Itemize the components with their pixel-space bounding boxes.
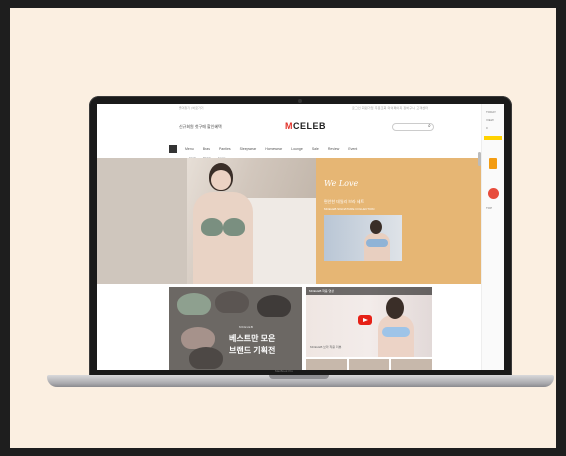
mockup-card: 즐겨찾기 | 바로가기 로그인 회원가입 주문조회 마이페이지 장바구니 고객센… xyxy=(10,8,556,448)
main-nav: Menu Bras Panties Sleepwear Homewear Lou… xyxy=(169,144,449,154)
logo-accent: M xyxy=(285,121,293,131)
thumb-model-hair xyxy=(370,220,382,234)
home-icon[interactable] xyxy=(169,145,177,153)
video-bra xyxy=(382,327,410,337)
side-rail: TODAY VIEW 0 TOP xyxy=(481,104,504,370)
nav-item[interactable]: Event xyxy=(348,147,357,151)
hero-subtitle: 편안한 데일리 브라 세트 xyxy=(324,199,365,204)
promo-banner[interactable]: MCELEB 베스트만 모은 브랜드 기획전 xyxy=(169,287,302,370)
hero-caption: MCELEB SIGNATURE COLLECTION xyxy=(324,207,375,211)
video-model-hair xyxy=(386,297,404,319)
rail-item[interactable]: VIEW xyxy=(486,118,494,122)
video-thumbnails xyxy=(306,359,433,370)
util-left-links[interactable]: 즐겨찾기 | 바로가기 xyxy=(179,106,204,110)
video-thumbnail[interactable] xyxy=(391,359,433,370)
utility-bar: 즐겨찾기 | 바로가기 로그인 회원가입 주문조회 마이페이지 장바구니 고객센… xyxy=(97,104,504,112)
bra-product-shape xyxy=(181,327,215,349)
nav-item[interactable]: Sleepwear xyxy=(240,147,257,151)
video-caption: MCELEB 브라 착용 리뷰 xyxy=(310,345,342,349)
site-logo[interactable]: MCELEB xyxy=(285,121,326,131)
rail-item[interactable]: 0 xyxy=(486,126,488,130)
nav-items: Menu Bras Panties Sleepwear Homewear Lou… xyxy=(185,147,357,151)
hero-script-title: We Love xyxy=(324,179,359,188)
rail-top-link[interactable]: TOP xyxy=(486,206,492,210)
laptop-base xyxy=(47,375,554,387)
play-icon[interactable] xyxy=(358,315,372,325)
hero-bra-cup xyxy=(201,218,223,236)
thumb-bra xyxy=(366,239,388,247)
video-thumbnail[interactable] xyxy=(348,359,390,370)
nav-item[interactable]: Menu xyxy=(185,147,194,151)
camera-icon xyxy=(298,99,302,103)
thumb-model-body xyxy=(364,233,390,261)
bra-product-shape xyxy=(215,291,249,313)
rail-item[interactable]: TODAY xyxy=(486,110,496,114)
video-thumbnail[interactable] xyxy=(306,359,347,370)
rail-badge[interactable] xyxy=(484,136,502,140)
hero-model-face xyxy=(211,170,231,190)
promo-brand: MCELEB xyxy=(239,325,254,329)
rail-product-thumb[interactable] xyxy=(488,188,499,199)
bra-product-shape xyxy=(257,295,291,317)
bra-product-shape xyxy=(189,347,223,369)
promo-text[interactable]: 신규회원 첫구매 할인혜택 xyxy=(179,124,222,130)
rail-product-thumb[interactable] xyxy=(489,158,497,169)
laptop-label: MacBook Pro xyxy=(274,369,293,373)
laptop-notch xyxy=(269,375,329,379)
promo-headline-1: 베스트만 모은 xyxy=(229,334,276,343)
util-right-links[interactable]: 로그인 회원가입 주문조회 마이페이지 장바구니 고객센터 xyxy=(352,106,428,110)
hero-shirt xyxy=(247,198,316,284)
nav-item[interactable]: Panties xyxy=(219,147,231,151)
nav-item[interactable]: Bras xyxy=(203,147,210,151)
laptop-screen: 즐겨찾기 | 바로가기 로그인 회원가입 주문조회 마이페이지 장바구니 고객센… xyxy=(97,104,504,370)
hero-panel[interactable]: We Love 편안한 데일리 브라 세트 MCELEB SIGNATURE C… xyxy=(316,158,481,284)
nav-item[interactable]: Review xyxy=(328,147,339,151)
video-player[interactable]: MCELEB 착용 영상 MCELEB 브라 착용 리뷰 xyxy=(306,287,432,357)
video-title: MCELEB 착용 영상 xyxy=(309,289,335,293)
hero-photo[interactable] xyxy=(97,158,316,284)
bra-product-shape xyxy=(177,293,211,315)
hero-thumbnail[interactable] xyxy=(324,215,402,261)
laptop-lid: 즐겨찾기 | 바로가기 로그인 회원가입 주문조회 마이페이지 장바구니 고객센… xyxy=(89,96,512,378)
search-icon[interactable]: ⌕ xyxy=(428,123,431,129)
nav-item[interactable]: Homewear xyxy=(265,147,282,151)
nav-item[interactable]: Sale xyxy=(312,147,319,151)
video-title-bar: MCELEB 착용 영상 xyxy=(306,287,432,295)
promo-headline-2: 브랜드 기획전 xyxy=(229,346,276,355)
hero-pillow xyxy=(97,158,187,284)
nav-item[interactable]: Lounge xyxy=(291,147,303,151)
hero-model-body xyxy=(193,192,253,284)
logo-text: CELEB xyxy=(293,121,327,131)
hero-bra-cup xyxy=(223,218,245,236)
